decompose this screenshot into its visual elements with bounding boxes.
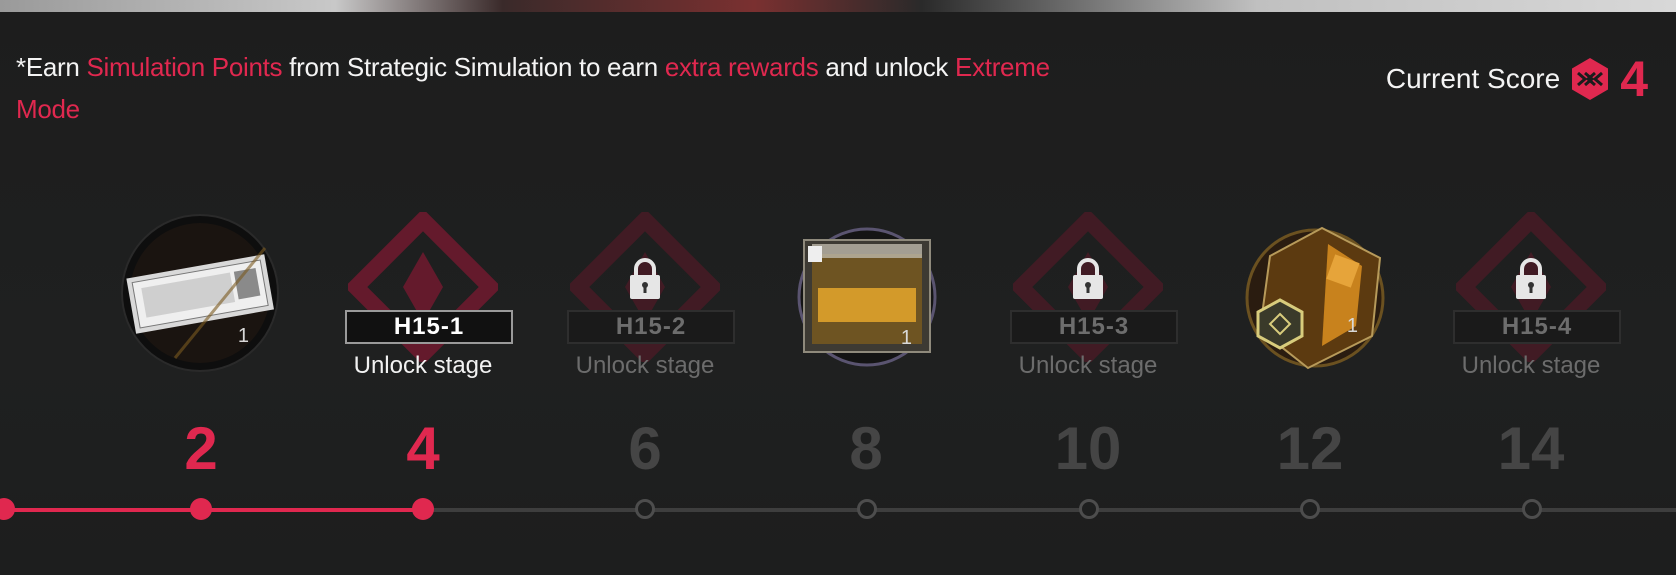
progress-dot: [1300, 499, 1320, 519]
reward-collected-ticket-icon: [121, 214, 279, 372]
notice-text: from Strategic Simulation to earn: [282, 52, 665, 82]
progress-dot: [190, 498, 212, 520]
stage-node-h15-2[interactable]: H15-2 Unlock stage: [545, 212, 745, 392]
lock-icon: [1516, 258, 1546, 299]
milestone-value: 14: [1497, 415, 1565, 482]
reward-item[interactable]: 1: [1230, 218, 1400, 388]
notice-text: and unlock: [818, 52, 956, 82]
simulation-point-icon: [1572, 58, 1609, 100]
lock-icon: [630, 258, 660, 299]
progress-start-dot: [0, 498, 15, 520]
milestone-value: 10: [1054, 415, 1122, 482]
milestone-value: 8: [849, 415, 883, 482]
progress-fill: [0, 508, 424, 512]
stage-code: H15-2: [567, 310, 735, 344]
stage-node-h15-3[interactable]: H15-3 Unlock stage: [988, 212, 1188, 392]
stage-node-h15-4[interactable]: H15-4 Unlock stage: [1431, 212, 1631, 392]
notice-text: *Earn: [16, 52, 87, 82]
background-strip: [0, 0, 1676, 12]
reward-quantity: 1: [1346, 315, 1358, 337]
stage-node-h15-1[interactable]: H15-1 Unlock stage: [323, 212, 523, 392]
milestone-value: 6: [628, 415, 662, 482]
reward-item[interactable]: 1: [782, 222, 952, 392]
milestone-value: 2: [184, 415, 218, 482]
progress-dot: [635, 499, 655, 519]
unlock-stage-label: Unlock stage: [353, 352, 493, 379]
milestone-value: 12: [1276, 415, 1344, 482]
milestone-value: 4: [406, 415, 440, 482]
reward-quantity: 1: [900, 327, 912, 349]
progress-dot: [1522, 499, 1542, 519]
progress-dot: [412, 498, 434, 520]
stage-code: H15-1: [345, 310, 513, 344]
stage-code: H15-3: [1010, 310, 1178, 344]
progress-dot: [1079, 499, 1099, 519]
current-score-value: 4: [1620, 51, 1648, 107]
notice-highlight: Simulation Points: [86, 52, 283, 82]
progress-dot: [857, 499, 877, 519]
unlock-stage-label: Unlock stage: [1018, 352, 1158, 379]
notice-highlight: extra rewards: [664, 52, 819, 82]
current-score: Current Score 4: [1386, 54, 1648, 104]
current-score-label: Current Score: [1385, 63, 1561, 94]
reward-item[interactable]: 1: [115, 208, 285, 378]
unlock-stage-label: Unlock stage: [1461, 352, 1601, 379]
lock-icon: [1073, 258, 1103, 299]
simulation-notice: *Earn Simulation Points from Strategic S…: [16, 46, 1076, 130]
stage-code: H15-4: [1453, 310, 1621, 344]
unlock-stage-label: Unlock stage: [575, 352, 715, 379]
simulation-rewards-panel: *Earn Simulation Points from Strategic S…: [0, 12, 1676, 575]
reward-collected-box-icon: [797, 227, 937, 367]
hex-badge-reward-icon: [1245, 226, 1385, 370]
reward-quantity: 1: [237, 325, 249, 347]
